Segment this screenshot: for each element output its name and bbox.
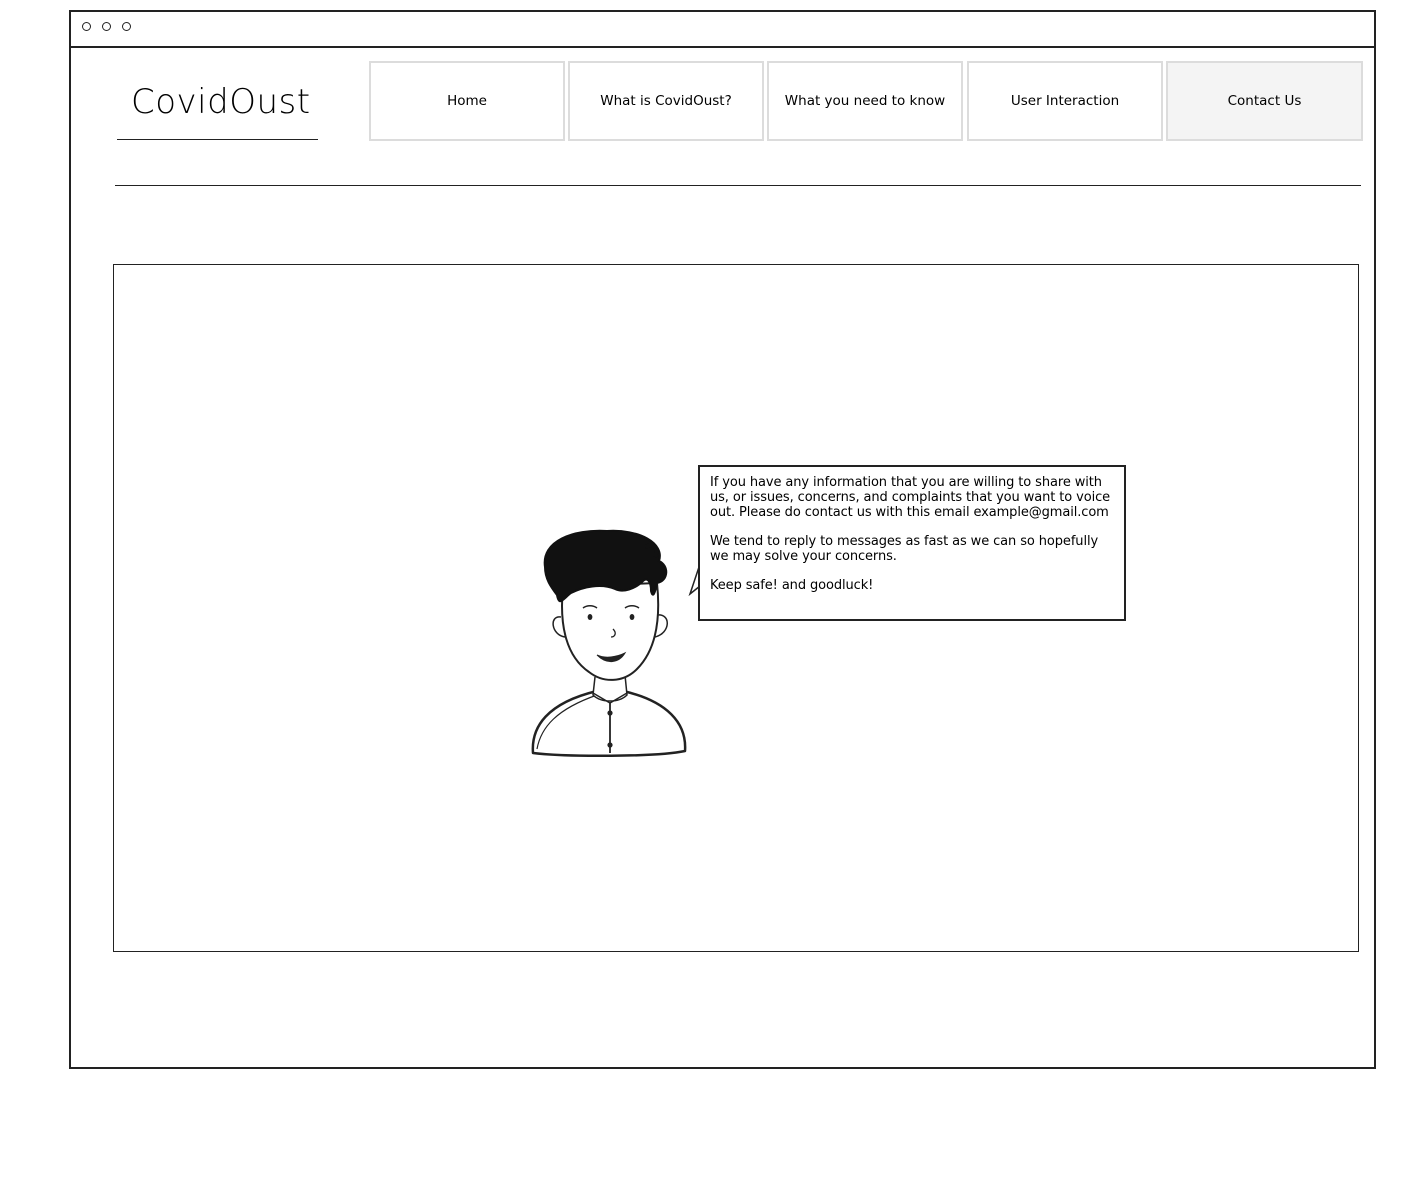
browser-window: CovidOust Home What is CovidOust? What y… (69, 10, 1376, 1069)
window-titlebar (71, 12, 1374, 48)
tab-what-you-need-to-know[interactable]: What you need to know (767, 61, 963, 141)
tab-label: What is CovidOust? (600, 93, 732, 109)
tab-label: What you need to know (784, 93, 946, 109)
contact-speech-bubble: If you have any information that you are… (698, 465, 1126, 621)
tab-home[interactable]: Home (369, 61, 565, 141)
window-dot-icon[interactable] (102, 22, 111, 31)
closing-text: Keep safe! and goodluck! (710, 578, 874, 593)
tab-user-interaction[interactable]: User Interaction (967, 61, 1163, 141)
tab-what-is-covidoust[interactable]: What is CovidOust? (568, 61, 764, 141)
tab-label: Contact Us (1227, 93, 1302, 109)
tab-contact-us[interactable]: Contact Us (1166, 61, 1363, 141)
window-dot-icon[interactable] (122, 22, 131, 31)
window-dot-icon[interactable] (82, 22, 91, 31)
tab-label: User Interaction (1010, 93, 1120, 109)
logo-underline (117, 139, 318, 140)
person-avatar-icon (531, 529, 687, 757)
site-logo[interactable]: CovidOust (131, 82, 311, 122)
header-divider (115, 185, 1361, 186)
reply-info-text: We tend to reply to messages as fast as … (710, 534, 1099, 564)
tab-label: Home (447, 93, 487, 109)
contact-info-text: If you have any information that you are… (710, 475, 1111, 520)
